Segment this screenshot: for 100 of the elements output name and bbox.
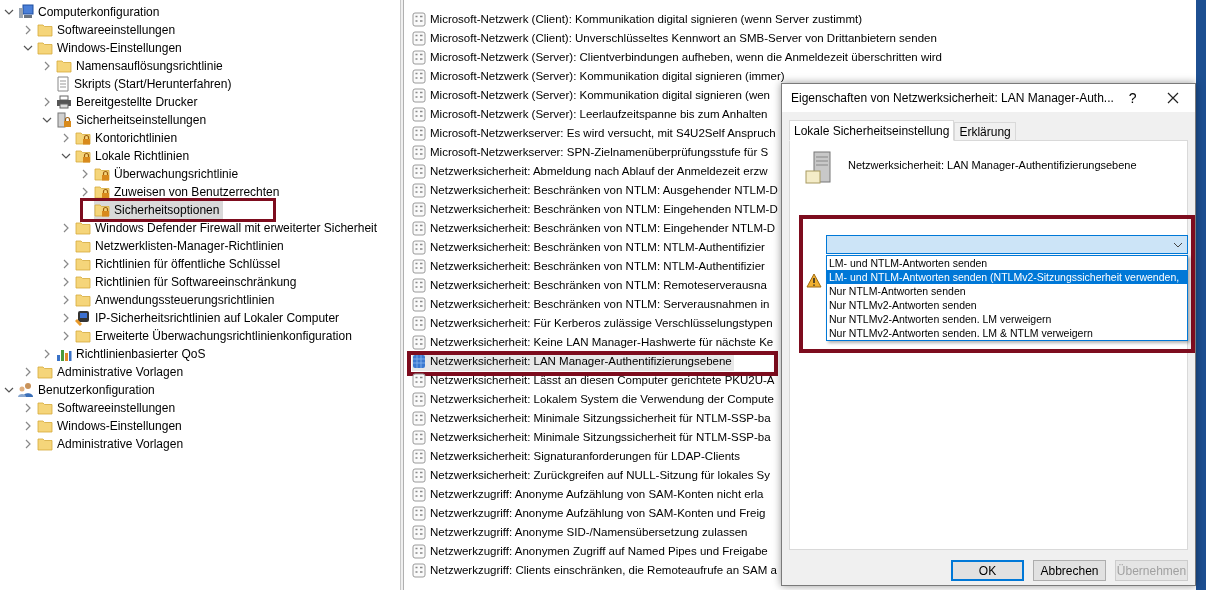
policy-icon xyxy=(412,69,426,84)
tree-item[interactable]: Administrative Vorlagen xyxy=(37,435,188,453)
tree-item[interactable]: Netzwerklisten-Manager-Richtlinien xyxy=(75,237,288,255)
server-lock-icon xyxy=(56,112,72,128)
tree-item[interactable]: Namensauflösungsrichtlinie xyxy=(56,57,227,75)
policy-row[interactable]: Microsoft-Netzwerk (Client): Unverschlüsseltes Kennwort an SMB-Server von Drittanbietern senden xyxy=(412,29,939,48)
tree-item[interactable]: Überwachungsrichtlinie xyxy=(94,165,243,183)
tree-item[interactable]: Sicherheitseinstellungen xyxy=(56,111,211,129)
tab[interactable]: Lokale Sicherheitseinstellung xyxy=(789,120,955,141)
policy-icon xyxy=(412,107,426,122)
policy-row[interactable]: Netzwerkzugriff: Anonyme SID-/Namensübersetzung zulassen xyxy=(412,523,750,542)
tree-item[interactable]: Richtlinien für Softwareeinschränkung xyxy=(75,273,301,291)
dropdown-option[interactable]: LM- und NTLM-Antworten senden (NTLMv2-Sitzungssicherheit verwenden, xyxy=(827,270,1187,284)
policy-row[interactable]: Netzwerksicherheit: Beschränken von NTLM: Eingehender NTLM-D xyxy=(412,219,778,238)
policy-row[interactable]: Netzwerksicherheit: Signaturanforderungen für LDAP-Clients xyxy=(412,447,742,466)
policy-row[interactable]: Netzwerksicherheit: Beschränken von NTLM: Eingehenden NTLM-D xyxy=(412,200,780,219)
policy-icon xyxy=(412,392,426,407)
folder-icon xyxy=(75,275,91,289)
policy-icon xyxy=(412,50,426,65)
dialog-button[interactable]: Abbrechen xyxy=(1033,560,1106,581)
tree-item[interactable]: Lokale Richtlinien xyxy=(75,147,194,165)
tree-item[interactable]: Softwareeinstellungen xyxy=(37,399,180,417)
policy-row[interactable]: Microsoft-Netzwerk (Client): Kommunikation digital signieren (wenn Server zustimmt) xyxy=(412,10,865,29)
policy-icon xyxy=(412,430,426,445)
locked-folder-icon xyxy=(94,185,110,199)
policy-row[interactable]: Microsoft-Netzwerk (Server): Clientverbindungen aufheben, wenn die Anmeldezeit überschritten wird xyxy=(412,48,944,67)
policy-row[interactable]: Netzwerksicherheit: Zurückgreifen auf NULL-Sitzung für lokales Sy xyxy=(412,466,773,485)
policy-icon xyxy=(412,12,426,27)
policy-row[interactable]: Netzwerkzugriff: Anonyme Aufzählung von SAM-Konten nicht erla xyxy=(412,485,766,504)
tree-item[interactable]: Bereitgestellte Drucker xyxy=(56,93,202,111)
tree-item[interactable]: Sicherheitsoptionen xyxy=(94,201,224,219)
folder-icon xyxy=(75,329,91,343)
dropdown[interactable] xyxy=(826,235,1188,254)
policy-row[interactable]: Netzwerkzugriff: Anonymen Zugriff auf Named Pipes und Freigabe xyxy=(412,542,770,561)
policy-row[interactable]: Netzwerksicherheit: Abmeldung nach Ablauf der Anmeldezeit erzw xyxy=(412,162,770,181)
policy-row[interactable]: Microsoft-Netzwerk (Server): Kommunikation digital signieren (wen xyxy=(412,86,772,105)
locked-folder-icon xyxy=(75,131,91,145)
policy-row[interactable]: Netzwerksicherheit: Lokalem System die Verwendung der Compute xyxy=(412,390,776,409)
dropdown-option[interactable]: LM- und NTLM-Antworten senden xyxy=(827,256,1187,270)
folder-icon xyxy=(37,41,53,55)
close-icon xyxy=(1167,92,1180,104)
tree-item[interactable]: Computerkonfiguration xyxy=(18,3,164,21)
locked-folder-icon xyxy=(75,149,91,163)
help-button[interactable]: ? xyxy=(1113,84,1152,112)
dropdown-option[interactable]: Nur NTLMv2-Antworten senden. LM verweigern xyxy=(827,312,1187,326)
policy-icon xyxy=(412,506,426,521)
folder-icon xyxy=(37,365,53,379)
tree-item[interactable]: Richtlinienbasierter QoS xyxy=(56,345,210,363)
policy-row[interactable]: Netzwerksicherheit: Für Kerberos zulässige Verschlüsselungstypen xyxy=(412,314,775,333)
tree-item[interactable]: Kontorichtlinien xyxy=(75,129,182,147)
policy-name: Netzwerksicherheit: LAN Manager-Authentifizierungsebene xyxy=(848,158,1137,173)
dropdown-option[interactable]: Nur NTLM-Antworten senden xyxy=(827,284,1187,298)
tree-item[interactable]: Erweiterte Überwachungsrichtlinienkonfiguration xyxy=(75,327,356,345)
dialog-button[interactable]: OK xyxy=(951,560,1024,581)
tree-item[interactable]: Richtlinien für öffentliche Schlüssel xyxy=(75,255,285,273)
policy-icon xyxy=(412,145,426,160)
folder-icon xyxy=(56,59,72,73)
policy-icon xyxy=(412,487,426,502)
policy-icon xyxy=(412,468,426,483)
policy-icon xyxy=(412,354,426,369)
tree-item[interactable]: IP-Sicherheitsrichtlinien auf Lokaler Computer xyxy=(75,309,344,327)
folder-icon xyxy=(37,23,53,37)
policy-row[interactable]: Netzwerksicherheit: Beschränken von NTLM: NTLM-Authentifizier xyxy=(412,257,767,276)
tree-item[interactable]: Benutzerkonfiguration xyxy=(18,381,159,399)
policy-row[interactable]: Netzwerksicherheit: Beschränken von NTLM: Ausgehender NTLM-D xyxy=(412,181,780,200)
caret-icon xyxy=(1173,241,1183,248)
tree-item[interactable]: Windows-Einstellungen xyxy=(37,39,186,57)
policy-icon xyxy=(412,373,426,388)
policy-row[interactable]: Netzwerksicherheit: Minimale Sitzungssicherheit für NTLM-SSP-ba xyxy=(412,409,773,428)
policy-row[interactable]: Netzwerkzugriff: Anonyme Aufzählung von SAM-Konten und Freig xyxy=(412,504,768,523)
policy-row[interactable]: Netzwerksicherheit: Beschränken von NTLM: Serverausnahmen in xyxy=(412,295,772,314)
policy-row[interactable]: Netzwerkzugriff: Clients einschränken, die Remoteaufrufe an SAM a xyxy=(412,561,779,580)
policy-row[interactable]: Microsoft-Netzwerkserver: Es wird versucht, mit S4U2Self Anspruch xyxy=(412,124,778,143)
policy-row[interactable]: Netzwerksicherheit: Beschränken von NTLM: NTLM-Authentifizier xyxy=(412,238,767,257)
policy-row[interactable]: Microsoft-Netzwerk (Server): Leerlaufzeitspanne bis zum Anhalten xyxy=(412,105,770,124)
policy-icon xyxy=(412,449,426,464)
policy-icon xyxy=(412,88,426,103)
dropdown-option[interactable]: Nur NTLMv2-Antworten senden. LM & NTLM verweigern xyxy=(827,326,1187,340)
policy-icon xyxy=(412,31,426,46)
policy-row[interactable]: Netzwerksicherheit: Keine LAN Manager-Hashwerte für nächste Ke xyxy=(412,333,776,352)
policy-row[interactable]: Netzwerksicherheit: Minimale Sitzungssicherheit für NTLM-SSP-ba xyxy=(412,428,773,447)
tree-item[interactable]: Windows Defender Firewall mit erweiterter Sicherheit xyxy=(75,219,382,237)
policy-icon xyxy=(412,335,426,350)
tree-item[interactable]: Administrative Vorlagen xyxy=(37,363,188,381)
tree-item[interactable]: Zuweisen von Benutzerrechten xyxy=(94,183,284,201)
folder-icon xyxy=(75,293,91,307)
policy-icon xyxy=(412,525,426,540)
tree-item[interactable]: Windows-Einstellungen xyxy=(37,417,186,435)
tree-item[interactable]: Softwareeinstellungen xyxy=(37,21,180,39)
policy-row[interactable]: Netzwerksicherheit: Lässt an diesen Computer gerichtete PKU2U-A xyxy=(412,371,777,390)
policy-row[interactable]: Microsoft-Netzwerk (Server): Kommunikation digital signieren (immer) xyxy=(412,67,787,86)
dropdown-option[interactable]: Nur NTLMv2-Antworten senden xyxy=(827,298,1187,312)
locked-folder-icon xyxy=(94,167,110,181)
tree-item[interactable]: Anwendungssteuerungsrichtlinien xyxy=(75,291,279,309)
policy-row[interactable]: Microsoft-Netzwerkserver: SPN-Zielnamenüberprüfungsstufe für S xyxy=(412,143,771,162)
policy-icon xyxy=(412,544,426,559)
policy-icon xyxy=(412,202,426,217)
policy-row[interactable]: Netzwerksicherheit: Beschränken von NTLM: Remoteserverausna xyxy=(412,276,769,295)
tree-item[interactable]: Skripts (Start/Herunterfahren) xyxy=(56,75,236,93)
folder-icon xyxy=(75,239,91,253)
